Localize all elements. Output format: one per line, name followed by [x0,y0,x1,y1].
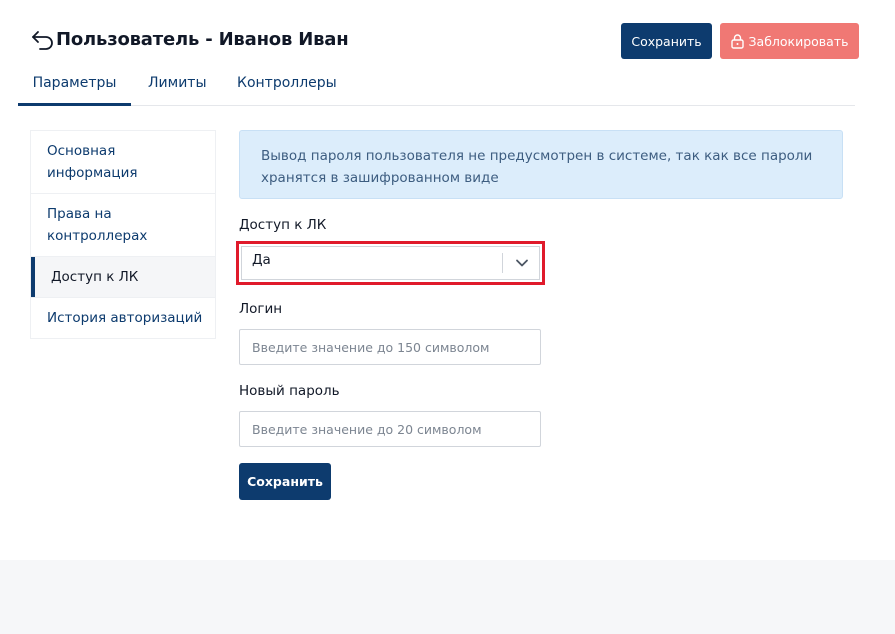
form-save-button[interactable]: Сохранить [239,463,331,500]
side-item-basic-info[interactable]: Основная информация [31,131,215,194]
back-arrow-icon[interactable] [31,29,55,51]
new-password-label: Новый пароль [239,383,340,399]
access-select-value: Да [252,252,271,268]
tab-parameters[interactable]: Параметры [18,72,131,106]
access-select-highlight: Да [236,241,545,285]
access-select[interactable]: Да [241,246,540,280]
save-button[interactable]: Сохранить [621,23,712,59]
login-label: Логин [239,301,283,317]
tab-bar: Параметры Лимиты Контроллеры [18,72,855,106]
select-separator [502,253,503,273]
footer-band [0,560,895,634]
page: Пользователь - Иванов Иван Сохранить Заб… [0,0,895,560]
side-item-lk-access[interactable]: Доступ к ЛК [31,257,215,298]
info-alert: Вывод пароля пользователя не предусмотре… [239,130,843,199]
login-input[interactable] [239,329,541,365]
lock-icon [730,33,744,49]
page-title: Пользователь - Иванов Иван [56,29,349,50]
info-alert-text: Вывод пароля пользователя не предусмотре… [261,148,813,186]
side-menu: Основная информация Права на контроллера… [30,130,216,339]
access-label: Доступ к ЛК [239,217,327,233]
side-item-auth-history[interactable]: История авторизаций [31,298,215,338]
block-user-label: Заблокировать [748,33,849,49]
side-item-controller-rights[interactable]: Права на контроллерах [31,194,215,257]
new-password-input[interactable] [239,411,541,447]
block-user-button[interactable]: Заблокировать [720,23,859,59]
tab-limits[interactable]: Лимиты [148,72,207,103]
tab-controllers[interactable]: Контроллеры [237,72,337,103]
chevron-down-icon[interactable] [515,256,529,270]
